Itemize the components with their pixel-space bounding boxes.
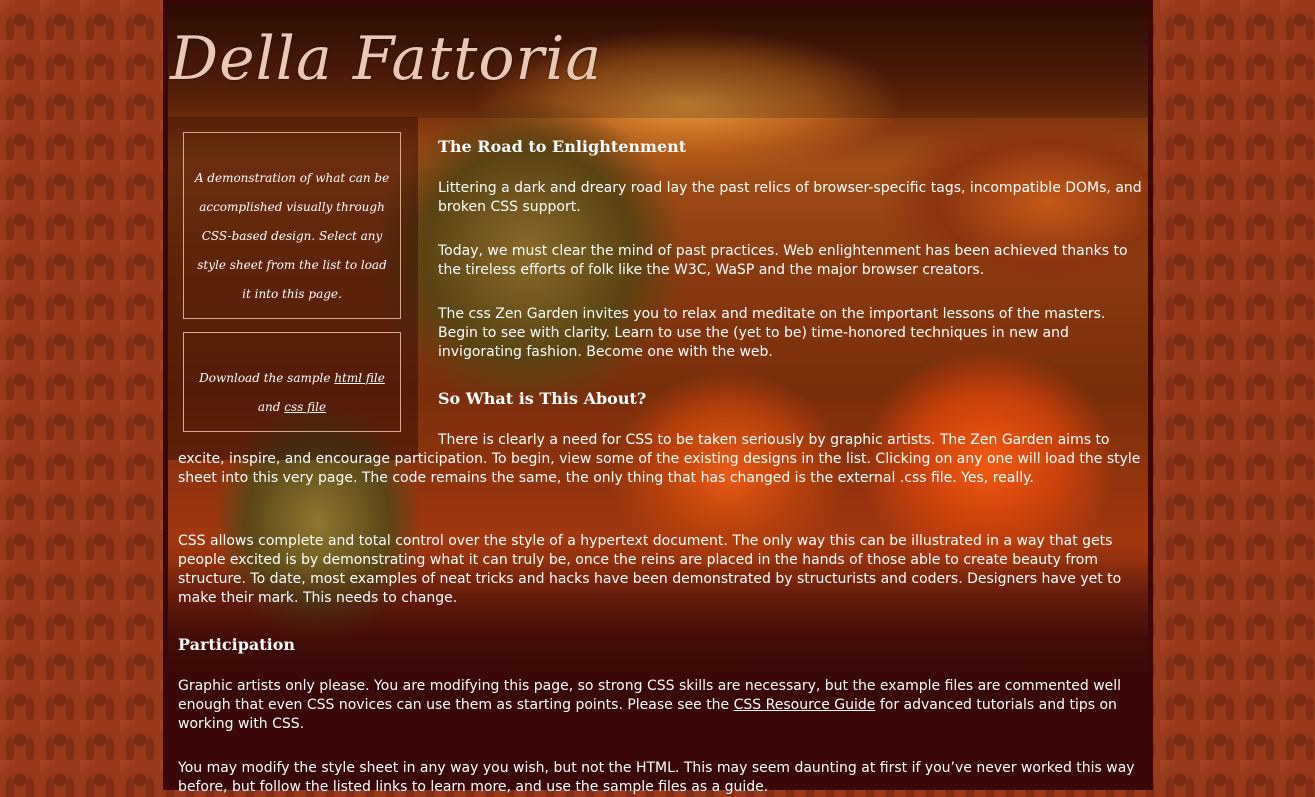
heading-about: So What is This About? xyxy=(438,389,647,408)
intro-box: A demonstration of what can be accomplis… xyxy=(183,132,401,319)
download-prefix: Download the sample xyxy=(199,371,331,385)
heading-participation: Participation xyxy=(178,635,296,654)
site-logo: Della Fattoria xyxy=(170,24,603,94)
download-and: and xyxy=(257,400,281,414)
download-box: Download the sample html file and css fi… xyxy=(183,332,401,432)
intro-text: A demonstration of what can be accomplis… xyxy=(194,171,390,301)
css-resource-guide-link[interactable]: CSS Resource Guide xyxy=(734,697,876,713)
road-paragraph-3: The css Zen Garden invites you to relax … xyxy=(438,306,1106,360)
road-paragraph-2: Today, we must clear the mind of past pr… xyxy=(438,243,1128,278)
about-paragraph-2: CSS allows complete and total control ov… xyxy=(178,533,1122,606)
about-paragraph-1: There is clearly a need for CSS to be ta… xyxy=(178,432,1141,486)
participation-paragraph-2: You may modify the style sheet in any wa… xyxy=(178,760,1135,795)
participation-paragraph-1: Graphic artists only please. You are mod… xyxy=(178,677,1150,734)
heading-road: The Road to Enlightenment xyxy=(438,137,687,156)
html-file-link[interactable]: html file xyxy=(334,371,385,385)
css-file-link[interactable]: css file xyxy=(284,400,326,414)
road-paragraph-1: Littering a dark and dreary road lay the… xyxy=(438,180,1142,215)
